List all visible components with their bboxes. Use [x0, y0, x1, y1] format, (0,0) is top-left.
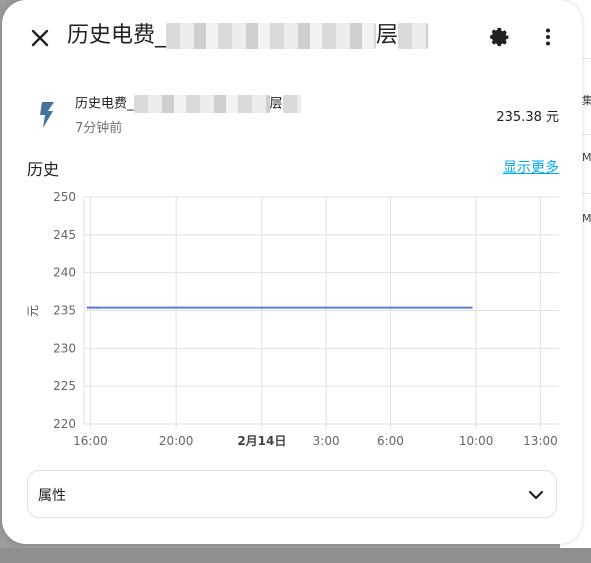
- x-tick-label: 6:00: [377, 434, 404, 448]
- redacted-text: [398, 23, 429, 49]
- chart-grid: [83, 196, 559, 429]
- x-tick-label: 13:00: [523, 434, 558, 448]
- y-axis-label: 元: [26, 305, 40, 317]
- dialog-title: 历史电费_ 层: [67, 20, 429, 52]
- lightning-bolt-icon: [40, 102, 54, 128]
- background-overlay: [0, 548, 591, 563]
- more-options-button[interactable]: [532, 21, 564, 53]
- x-tick-label: 10:00: [459, 434, 494, 448]
- x-tick-label: 20:00: [159, 434, 194, 448]
- background-text: M: [582, 151, 591, 164]
- history-title: 历史: [27, 160, 60, 179]
- entity-name-suffix: 层: [269, 96, 283, 112]
- x-tick-label: 16:00: [73, 434, 108, 448]
- show-more-link[interactable]: 显示更多: [503, 157, 559, 177]
- more-info-dialog: 历史电费_ 层 历史电费_ 层 7分钟前 235.38 元 历史 显示更多 250 2…: [2, 0, 582, 544]
- y-tick-label: 240: [53, 266, 76, 280]
- attributes-expander[interactable]: 属性: [27, 470, 557, 518]
- x-axis: 16:00 20:00 2月14日 3:00 6:00 10:00 13:00: [73, 434, 558, 448]
- redacted-text: [282, 95, 301, 113]
- x-tick-label: 2月14日: [237, 434, 286, 448]
- chevron-down-icon: [528, 490, 544, 500]
- x-tick-label: 3:00: [313, 434, 340, 448]
- entity-name: 历史电费_ 层: [75, 95, 301, 114]
- y-tick-label: 235: [53, 304, 76, 318]
- entity-name-prefix: 历史电费_: [75, 96, 134, 112]
- entity-state: 235.38 元: [496, 110, 559, 125]
- history-chart: 250 245 240 235 230 225 220 16:00 20:00 2月14日 3:0…: [26, 190, 559, 448]
- y-tick-label: 250: [53, 190, 76, 204]
- background-text: M: [582, 212, 591, 225]
- y-axis: 250 245 240 235 230 225 220: [53, 190, 76, 431]
- settings-button[interactable]: [484, 21, 516, 53]
- y-tick-label: 245: [53, 228, 76, 242]
- y-tick-label: 220: [53, 417, 76, 431]
- attributes-label: 属性: [38, 488, 66, 504]
- dialog-title-suffix: 层: [376, 23, 399, 48]
- redacted-text: [133, 95, 270, 113]
- dialog-title-prefix: 历史电费_: [67, 23, 167, 48]
- redacted-text: [166, 23, 377, 49]
- y-tick-label: 230: [53, 341, 76, 355]
- more-vertical-icon: [546, 28, 550, 46]
- last-changed: 7分钟前: [75, 121, 123, 136]
- background-text: 集: [582, 94, 591, 107]
- gear-icon: [490, 27, 509, 47]
- y-tick-label: 225: [53, 379, 76, 393]
- close-icon: [31, 29, 49, 47]
- close-button[interactable]: [24, 22, 56, 54]
